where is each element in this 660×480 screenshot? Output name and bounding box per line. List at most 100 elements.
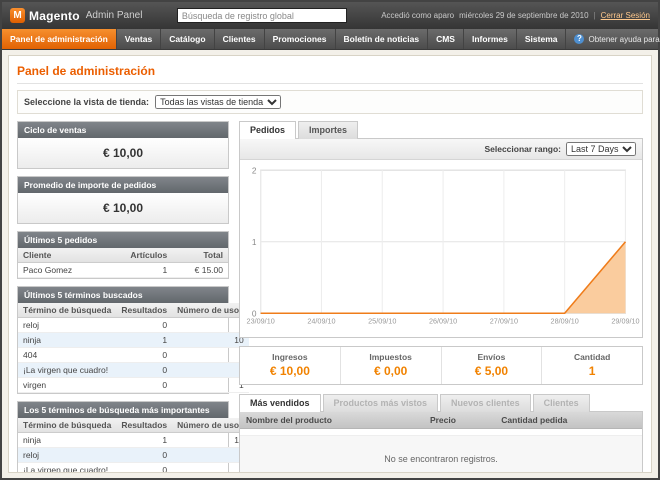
table-cell: 2 — [172, 448, 249, 463]
table-row[interactable]: reloj02 — [18, 448, 249, 463]
lifetime-sales-value: € 10,00 — [18, 138, 228, 168]
nav-item-ventas[interactable]: Ventas — [117, 29, 161, 49]
table-cell: ninja — [18, 333, 116, 348]
table-cell: 0 — [116, 348, 172, 363]
tab-clientes: Clientes — [533, 394, 590, 412]
global-search-input[interactable] — [177, 8, 347, 23]
nav-item-bolet-n-de-noticias[interactable]: Boletín de noticias — [336, 29, 429, 49]
table-cell: ninja — [18, 433, 116, 448]
header-user-info: Accedió como aparo miércoles 29 de septi… — [381, 11, 650, 20]
store-view-select[interactable]: Todas las vistas de tienda — [155, 95, 281, 109]
help-label: Obtener ayuda para esta página — [588, 35, 660, 44]
column-header-n-mero-de-usos: Número de usos — [172, 303, 249, 318]
column-header-t-rmino-de-b-squeda: Término de búsqueda — [18, 303, 116, 318]
chart-tabs: PedidosImportes — [239, 121, 643, 139]
total-label: Impuestos — [343, 352, 439, 362]
table-row[interactable]: reloj02 — [18, 318, 249, 333]
widget-title: Últimos 5 términos buscados — [18, 287, 228, 303]
column-header-cantidad-pedida: Cantidad pedida — [495, 412, 642, 429]
svg-text:29/09/10: 29/09/10 — [611, 317, 639, 326]
nav-item-panel-de-administraci-n[interactable]: Panel de administración — [2, 29, 117, 49]
tab-m-s-vendidos[interactable]: Más vendidos — [239, 394, 321, 412]
table-cell: Paco Gomez — [18, 263, 104, 278]
totals-row: Ingresos€ 10,00Impuestos € 0,00Envíos€ 5,… — [239, 346, 643, 385]
table-cell: 2 — [172, 463, 249, 474]
table-cell: reloj — [18, 318, 116, 333]
svg-text:24/09/10: 24/09/10 — [307, 317, 335, 326]
table-cell: 2 — [172, 363, 249, 378]
logo-subtitle: Admin Panel — [86, 10, 143, 21]
chart-panel: Seleccionar rango: Last 7 Days 01223/09/… — [239, 138, 643, 338]
column-header-resultados: Resultados — [116, 303, 172, 318]
average-orders-value: € 10,00 — [18, 193, 228, 223]
svg-text:28/09/10: 28/09/10 — [551, 317, 579, 326]
help-link[interactable]: ? Obtener ayuda para esta página — [566, 29, 660, 49]
total-value: € 0,00 — [343, 364, 439, 378]
store-view-label: Seleccione la vista de tienda: — [24, 97, 149, 107]
table-cell: 1 — [172, 348, 249, 363]
bottom-tabs: Más vendidosProductos más vistosNuevos c… — [239, 394, 643, 412]
total-label: Cantidad — [544, 352, 640, 362]
table-row[interactable]: ¡La virgen que cuadro!02 — [18, 463, 249, 474]
magento-logo: M Magento Admin Panel — [10, 8, 142, 23]
nav-item-clientes[interactable]: Clientes — [215, 29, 265, 49]
nav-item-promociones[interactable]: Promociones — [265, 29, 336, 49]
total-cantidad: Cantidad1 — [542, 347, 642, 384]
last-search-widget: Últimos 5 términos buscados Término de b… — [17, 286, 229, 394]
table-row[interactable]: virgen01 — [18, 378, 249, 393]
empty-row — [240, 428, 642, 435]
table-cell: ¡La virgen que cuadro! — [18, 463, 116, 474]
current-date: miércoles 29 de septiembre de 2010 — [459, 11, 588, 20]
table-row[interactable]: ninja110 — [18, 433, 249, 448]
table-row[interactable]: 40401 — [18, 348, 249, 363]
orders-area-chart: 01223/09/1024/09/1025/09/1026/09/1027/09… — [242, 164, 640, 330]
widget-title: Los 5 términos de búsqueda más important… — [18, 402, 228, 418]
table-row[interactable]: Paco Gomez1€ 15.00 — [18, 263, 228, 278]
widget-title: Últimos 5 pedidos — [18, 232, 228, 248]
table-cell: 1 — [104, 263, 172, 278]
column-header-art-culos: Artículos — [104, 248, 172, 263]
table-cell: 0 — [116, 363, 172, 378]
divider — [17, 83, 643, 84]
nav-item-cat-logo[interactable]: Catálogo — [161, 29, 214, 49]
table-cell: ¡La virgen que cuadro! — [18, 363, 116, 378]
help-icon: ? — [574, 34, 584, 44]
logout-link[interactable]: Cerrar Sesión — [601, 11, 650, 20]
total-env-os: Envíos€ 5,00 — [442, 347, 543, 384]
content-panel: Panel de administración Seleccione la vi… — [8, 55, 652, 473]
nav-item-informes[interactable]: Informes — [464, 29, 517, 49]
table-cell: 1 — [116, 433, 172, 448]
lifetime-sales-widget: Ciclo de ventas € 10,00 — [17, 121, 229, 169]
nav-item-cms[interactable]: CMS — [428, 29, 464, 49]
tab-nuevos-clientes: Nuevos clientes — [440, 394, 531, 412]
total-value: € 5,00 — [444, 364, 540, 378]
magento-logo-icon: M — [10, 8, 25, 23]
widget-title: Ciclo de ventas — [18, 122, 228, 138]
nav-item-sistema[interactable]: Sistema — [517, 29, 567, 49]
table-cell: 10 — [172, 333, 249, 348]
table-cell: virgen — [18, 378, 116, 393]
table-cell: reloj — [18, 448, 116, 463]
table-cell: 0 — [116, 463, 172, 474]
svg-text:25/09/10: 25/09/10 — [368, 317, 396, 326]
range-select[interactable]: Last 7 Days — [566, 142, 636, 156]
total-ingresos: Ingresos€ 10,00 — [240, 347, 341, 384]
table-row[interactable]: ninja110 — [18, 333, 249, 348]
table-cell: € 15.00 — [172, 263, 228, 278]
table-row[interactable]: ¡La virgen que cuadro!02 — [18, 363, 249, 378]
table-cell: 2 — [172, 318, 249, 333]
content-area: Panel de administración Seleccione la vi… — [2, 50, 658, 478]
column-header-total: Total — [172, 248, 228, 263]
total-label: Ingresos — [242, 352, 338, 362]
table-cell: 0 — [116, 378, 172, 393]
empty-message: No se encontraron registros. — [240, 435, 642, 473]
column-header-n-mero-de-usos: Número de usos — [172, 418, 249, 433]
svg-text:2: 2 — [252, 165, 257, 175]
dashboard-column: PedidosImportes Seleccionar rango: Last … — [239, 121, 643, 473]
tab-importes[interactable]: Importes — [298, 121, 358, 139]
orders-chart: 01223/09/1024/09/1025/09/1026/09/1027/09… — [240, 160, 642, 337]
table-cell: 1 — [172, 378, 249, 393]
tab-pedidos[interactable]: Pedidos — [239, 121, 296, 139]
logo-name: Magento — [29, 9, 80, 23]
last-orders-table: ClienteArtículosTotalPaco Gomez1€ 15.00 — [18, 248, 228, 278]
